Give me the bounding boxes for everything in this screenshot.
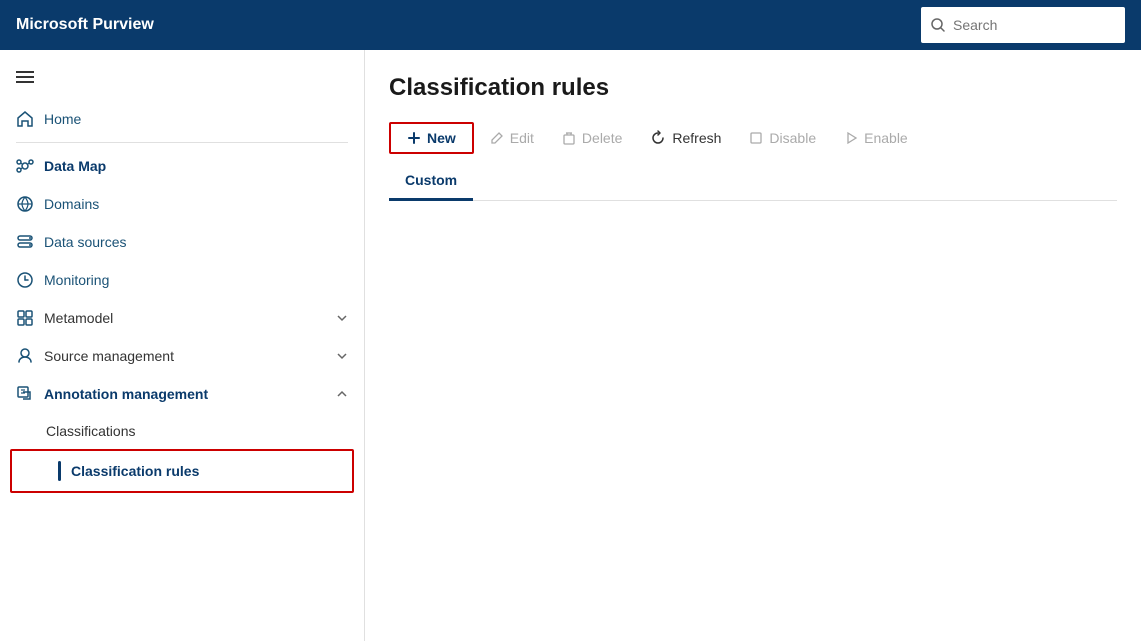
refresh-icon [650,130,666,146]
hamburger-button[interactable] [0,58,364,100]
disable-button[interactable]: Disable [737,124,828,152]
edit-button[interactable]: Edit [478,124,546,152]
new-button[interactable]: New [389,122,474,154]
content-area: Classification rules New Edit [365,50,1141,641]
classifications-label: Classifications [46,423,135,439]
tab-custom-label: Custom [405,172,457,188]
edit-icon [490,131,504,145]
app-title: Microsoft Purview [16,16,154,34]
sidebar-divider-1 [16,142,348,143]
datamap-icon [16,157,34,175]
enable-button[interactable]: Enable [832,124,920,152]
delete-icon [562,131,576,145]
toolbar: New Edit [389,122,1117,162]
datasources-icon [16,233,34,251]
sidebar-item-source-management[interactable]: Source management [0,337,364,375]
delete-label: Delete [582,130,622,146]
chevron-down-icon [336,350,348,362]
sidebar-item-metamodel[interactable]: Metamodel [0,299,364,337]
enable-label: Enable [864,130,908,146]
monitoring-icon [16,271,34,289]
delete-button[interactable]: Delete [550,124,634,152]
chevron-up-icon [336,388,348,400]
chevron-down-icon [336,312,348,324]
active-indicator [58,461,61,481]
sidebar-item-domains[interactable]: Domains [0,185,364,223]
domains-icon [16,195,34,213]
header: Microsoft Purview [0,0,1141,50]
sidebar-item-label: Metamodel [44,310,113,326]
search-input[interactable] [953,17,1115,33]
tabs-bar: Custom [389,162,1117,201]
enable-icon [844,131,858,145]
sidebar-item-label: Source management [44,348,174,364]
refresh-button[interactable]: Refresh [638,124,733,152]
annotation-icon [16,385,34,403]
sidebar-item-label: Domains [44,196,99,212]
sidebar-sub-item-classifications[interactable]: Classifications [0,413,364,449]
sidebar-item-label: Data sources [44,234,126,250]
tab-custom[interactable]: Custom [389,162,473,201]
sidebar-item-monitoring[interactable]: Monitoring [0,261,364,299]
home-icon [16,110,34,128]
classification-rules-label: Classification rules [71,463,199,479]
search-box[interactable] [921,7,1125,43]
disable-label: Disable [769,130,816,146]
edit-label: Edit [510,130,534,146]
search-icon [931,18,945,32]
sidebar-sub-item-classification-rules[interactable]: Classification rules [10,449,354,493]
sidebar-item-label: Home [44,111,81,127]
sidebar-item-label: Data Map [44,158,106,174]
header-left: Microsoft Purview [16,16,154,34]
new-label: New [427,130,456,146]
sidebar-item-label: Monitoring [44,272,109,288]
refresh-label: Refresh [672,130,721,146]
page-title: Classification rules [389,74,1117,102]
sidebar: Home Data Map [0,50,365,641]
plus-icon [407,131,421,145]
main-layout: Home Data Map [0,50,1141,641]
sidebar-item-data-map[interactable]: Data Map [0,147,364,185]
sidebar-item-label: Annotation management [44,386,208,402]
metamodel-icon [16,309,34,327]
disable-icon [749,131,763,145]
sidebar-item-annotation-management[interactable]: Annotation management [0,375,364,413]
sourcemanagement-icon [16,347,34,365]
sidebar-item-data-sources[interactable]: Data sources [0,223,364,261]
sidebar-item-home[interactable]: Home [0,100,364,138]
